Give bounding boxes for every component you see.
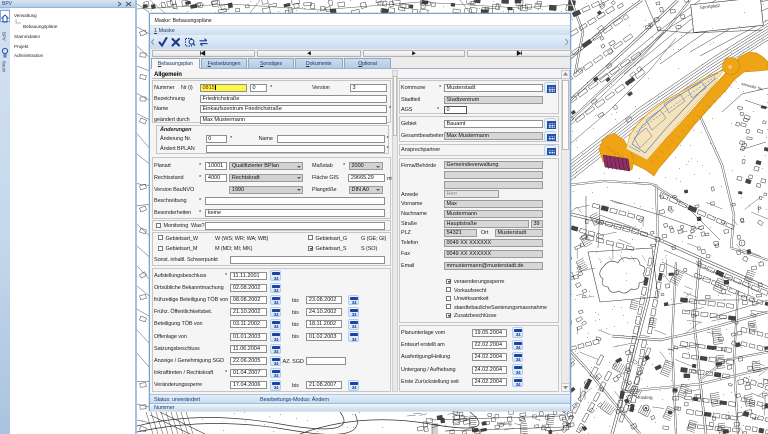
svg-text:Kinderg.: Kinderg.	[638, 395, 654, 400]
svg-text:ND: ND	[752, 416, 758, 421]
svg-text:Kinderg.: Kinderg.	[497, 421, 513, 426]
